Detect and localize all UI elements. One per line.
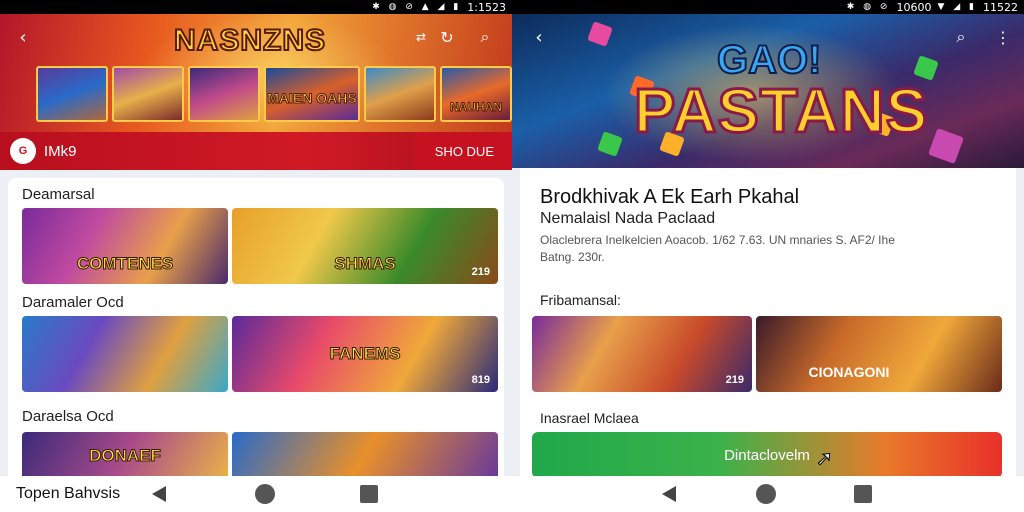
gem-decoration bbox=[928, 128, 964, 164]
featured-card[interactable]: NAUHAN bbox=[440, 66, 512, 122]
game-thumbnail[interactable] bbox=[22, 316, 228, 392]
back-icon[interactable]: ‹ bbox=[528, 26, 550, 48]
game-thumbnail[interactable] bbox=[232, 432, 498, 476]
right-screen: ✱ ◍ ⊘ 10600 ▼ ◢ ▮ 11522 ‹ ⌕ ⋮ GAO! PASTA… bbox=[512, 0, 1024, 512]
search-icon[interactable]: ⌕ bbox=[950, 26, 972, 48]
content-area: Brodkhivak A Ek Earh Pkahal Nemalaisl Na… bbox=[512, 168, 1024, 478]
featured-card[interactable] bbox=[364, 66, 436, 122]
status-center: 10600 bbox=[896, 0, 932, 14]
app-bar: G IMk9 SHO DUE bbox=[0, 132, 512, 170]
status-bar: ✱ ◍ ⊘ ▲ ◢ ▮ 1:1523 bbox=[0, 0, 512, 14]
content-area: Deamarsal COMTENES SHMAS 219 Daramaler O… bbox=[0, 170, 512, 476]
app-meta: Olaclebrera Inelkelcien Aoacob. 1/62 7.6… bbox=[540, 233, 895, 264]
nav-label: Topen Bahvsis bbox=[16, 485, 121, 502]
download-button[interactable]: Dintaclovelm bbox=[532, 432, 1002, 478]
nav-recents-icon[interactable] bbox=[854, 485, 872, 503]
nav-recents-icon[interactable] bbox=[360, 485, 378, 503]
nav-home-icon[interactable] bbox=[756, 484, 776, 504]
hero-banner: ‹ ⌕ ⋮ GAO! PASTANS bbox=[512, 14, 1024, 168]
nav-back-icon[interactable] bbox=[662, 486, 676, 502]
section-title: Daraelsa Ocd bbox=[22, 408, 114, 425]
game-thumbnail[interactable]: 219 bbox=[532, 316, 752, 392]
sync-icon[interactable]: ⇄ bbox=[410, 26, 432, 48]
app-subtitle: Nemalaisl Nada Paclaad bbox=[540, 210, 716, 227]
cursor-icon: ➚ bbox=[816, 446, 834, 471]
featured-card[interactable] bbox=[112, 66, 184, 122]
featured-cards: MAIEN OAHS NAUHAN bbox=[36, 66, 512, 122]
status-time: 1:1523 bbox=[467, 0, 506, 14]
nav-home-icon[interactable] bbox=[255, 484, 275, 504]
section-title: Daramaler Ocd bbox=[22, 294, 124, 311]
more-options-icon[interactable]: ⋮ bbox=[992, 26, 1014, 48]
search-icon[interactable]: ⌕ bbox=[474, 26, 496, 48]
game-thumbnail[interactable]: SHMAS 219 bbox=[232, 208, 498, 284]
back-icon[interactable]: ‹ bbox=[12, 26, 34, 48]
section-title: Deamarsal bbox=[22, 186, 95, 203]
game-thumbnail[interactable]: FANEMS 819 bbox=[232, 316, 498, 392]
status-time: 11522 bbox=[983, 0, 1018, 14]
status-bar: ✱ ◍ ⊘ 10600 ▼ ◢ ▮ 11522 bbox=[512, 0, 1024, 14]
featured-card[interactable]: MAIEN OAHS bbox=[264, 66, 360, 122]
game-thumbnail[interactable]: DONAEF bbox=[22, 432, 228, 476]
left-screen: ✱ ◍ ⊘ ▲ ◢ ▮ 1:1523 ‹ ⇄ ↻ ⌕ NASNZNS MAIEN… bbox=[0, 0, 512, 512]
status-icons: ✱ ◍ ⊘ ▲ ◢ ▮ bbox=[372, 2, 462, 12]
section-title: Fribamansal: bbox=[540, 292, 621, 308]
featured-card[interactable] bbox=[188, 66, 260, 122]
refresh-icon[interactable]: ↻ bbox=[436, 26, 458, 48]
hero-banner: ‹ ⇄ ↻ ⌕ NASNZNS MAIEN OAHS NAUHAN bbox=[0, 14, 512, 132]
app-name: IMk9 bbox=[44, 142, 77, 160]
navigation-bar: Topen Bahvsis bbox=[0, 476, 512, 512]
featured-card[interactable] bbox=[36, 66, 108, 122]
game-logo: PASTANS bbox=[632, 76, 929, 148]
app-title: Brodkhivak A Ek Earh Pkahal bbox=[540, 186, 800, 208]
app-icon[interactable]: G bbox=[10, 138, 36, 164]
game-thumbnail[interactable]: CIONAGONI bbox=[756, 316, 1002, 392]
game-thumbnail[interactable]: COMTENES bbox=[22, 208, 228, 284]
status-icons: ✱ ◍ ⊘ bbox=[846, 2, 891, 12]
game-logo: NASNZNS bbox=[173, 23, 327, 58]
section-title: Inasrael Mclaea bbox=[540, 410, 639, 426]
app-bar-action[interactable]: SHO DUE bbox=[435, 144, 494, 159]
nav-back-icon[interactable] bbox=[152, 486, 166, 502]
navigation-bar bbox=[512, 476, 1024, 512]
